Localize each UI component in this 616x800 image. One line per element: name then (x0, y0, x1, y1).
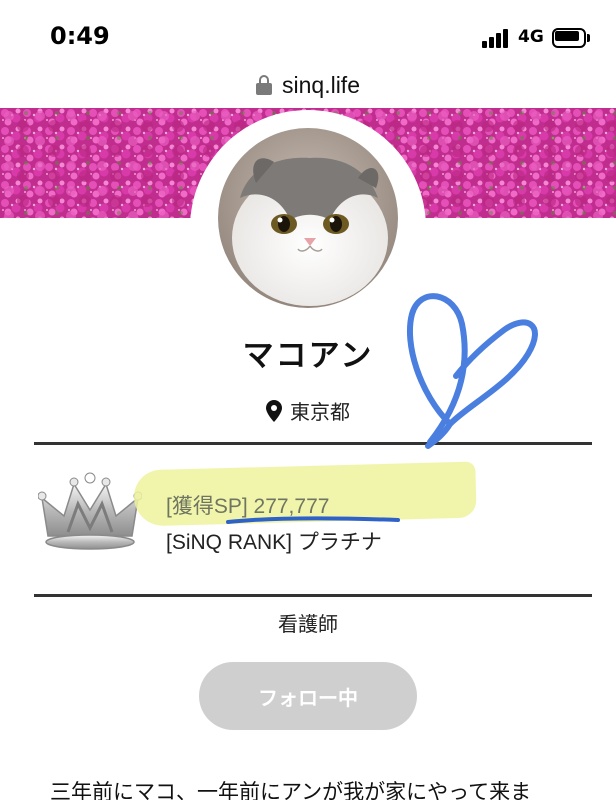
avatar[interactable] (218, 128, 398, 308)
status-bar: 0:49 4G (0, 0, 616, 62)
occupation: 看護師 (278, 612, 338, 636)
battery-icon (552, 28, 590, 48)
cat-photo (218, 128, 398, 308)
address-bar[interactable]: sinq.life (0, 62, 616, 108)
profile-name: マコアン (242, 338, 374, 374)
network-type: 4G (518, 27, 544, 47)
signal-strength-icon (482, 28, 512, 48)
sinq-rank: [SiNQ RANK] プラチナ (166, 531, 382, 554)
profile-bio: 三年前にマコ、一年前にアンが我が家にやって来ま (50, 780, 532, 800)
crown-icon (38, 472, 142, 550)
url-text: sinq.life (282, 71, 360, 98)
divider (34, 594, 592, 597)
lock-icon (256, 75, 272, 95)
follow-button[interactable]: フォロー中 (199, 662, 417, 730)
location-pin-icon (266, 399, 282, 422)
pen-underline-mark (226, 516, 400, 524)
location: 東京都 (0, 396, 616, 425)
status-time: 0:49 (50, 22, 110, 50)
divider (34, 442, 592, 445)
location-text: 東京都 (290, 400, 350, 424)
